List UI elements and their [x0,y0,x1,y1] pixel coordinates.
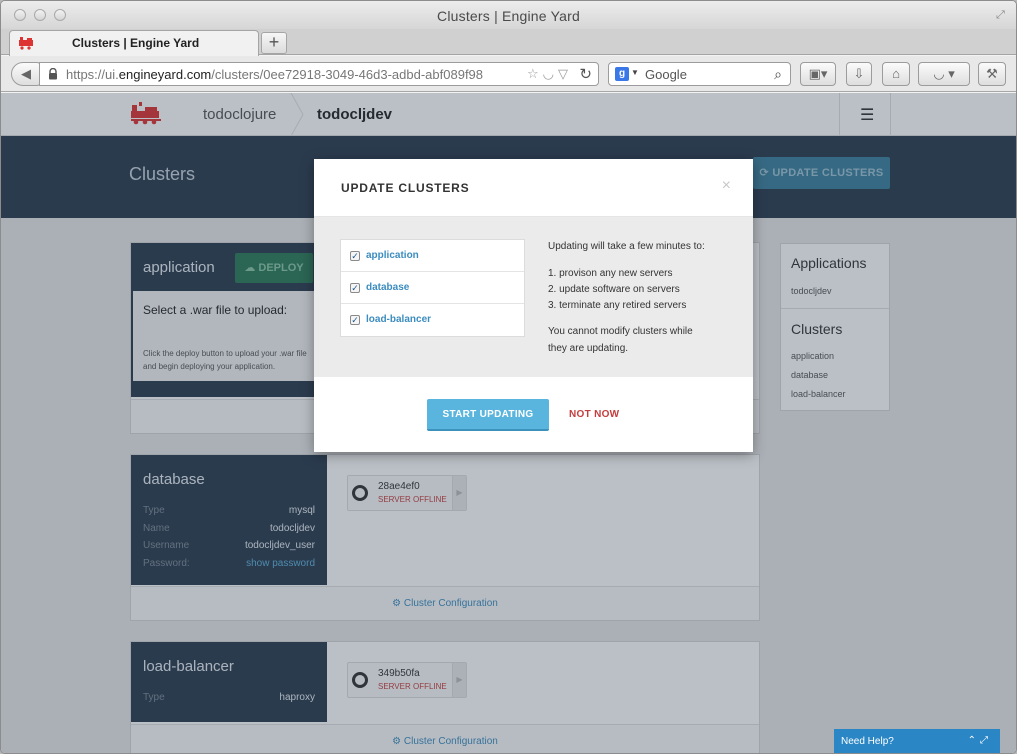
update-step-1: 1. provison any new servers [548,268,673,279]
browser-tab-active[interactable]: Clusters | Engine Yard [9,30,259,56]
url-dropdown-icon[interactable]: ▽ [558,66,572,81]
help-widget-controls: ⌃⤢ [968,735,992,746]
bookmarks-button[interactable]: ▣▾ [800,62,836,86]
modal-header: UPDATE CLUSTERS × [314,159,753,217]
not-now-button[interactable]: NOT NOW [569,399,626,431]
checkbox-checked-icon[interactable]: ✓ [350,251,360,261]
navigation-toolbar: ◀ https://ui.engineyard.com/clusters/0ee… [1,56,1016,92]
bookmarks-icon: ▣▾ [808,66,828,81]
modal-title: UPDATE CLUSTERS [341,181,470,195]
cluster-check-label[interactable]: load-balancer [366,314,431,325]
url-bar[interactable]: https://ui.engineyard.com/clusters/0ee72… [39,62,599,86]
search-input[interactable]: Google [645,67,687,82]
search-engine-dropdown-icon[interactable]: ▼ [631,68,639,77]
magnifier-icon[interactable]: ⌕ [774,66,782,83]
chevron-up-icon[interactable]: ⌃ [968,735,980,746]
tab-bar: Clusters | Engine Yard + [1,29,1016,56]
update-clusters-modal: UPDATE CLUSTERS × ✓ application ✓ databa… [314,159,753,452]
bookmark-star-icon[interactable]: ☆ [527,66,543,81]
new-tab-button[interactable]: + [261,32,287,54]
cluster-check-database[interactable]: ✓ database [341,272,524,304]
tab-title: Clusters | Engine Yard [72,36,200,50]
start-updating-button[interactable]: START UPDATING [427,399,549,431]
pocket-button[interactable]: ◡ ▾ [918,62,970,86]
checkbox-checked-icon[interactable]: ✓ [350,315,360,325]
wrench-icon: ⚒ [986,66,998,81]
update-step-3: 3. terminate any retired servers [548,300,687,311]
cluster-check-load-balancer[interactable]: ✓ load-balancer [341,304,524,336]
need-help-widget[interactable]: Need Help? ⌃⤢ [834,729,1000,753]
url-prefix: https://ui. [66,67,119,82]
update-intro-text: Updating will take a few minutes to: [548,241,705,252]
download-arrow-icon: ⇩ [853,66,865,81]
lock-icon [49,68,57,80]
downloads-button[interactable]: ⇩ [846,62,872,86]
cluster-checklist: ✓ application ✓ database ✓ load-balancer [340,239,525,337]
cluster-check-label[interactable]: database [366,282,409,293]
tools-button[interactable]: ⚒ [978,62,1006,86]
window-titlebar: Clusters | Engine Yard ⤢ [1,1,1016,29]
reload-icon[interactable]: ↻ [579,65,592,83]
url-bar-icons: ☆◡▽ [527,66,572,82]
fullscreen-icon[interactable]: ⤢ [996,9,1008,21]
window-title: Clusters | Engine Yard [437,8,580,24]
update-step-2: 2. update software on servers [548,284,680,295]
url-domain: engineyard.com [118,67,212,82]
cluster-check-label[interactable]: application [366,250,419,261]
engine-yard-favicon-icon [19,37,33,50]
update-warning-line-2: they are updating. [548,343,629,354]
back-button[interactable]: ◀ [11,62,41,86]
url-path: /clusters/0ee72918-3049-46d3-adbd-abf089… [211,67,484,82]
home-icon: ⌂ [892,66,900,81]
checkbox-checked-icon[interactable]: ✓ [350,283,360,293]
update-warning-line-1: You cannot modify clusters while [548,326,693,337]
modal-body: ✓ application ✓ database ✓ load-balancer… [314,217,753,377]
pocket-save-icon: ◡ ▾ [933,66,955,81]
home-button[interactable]: ⌂ [882,62,910,86]
browser-window: Clusters | Engine Yard ⤢ Clusters | Engi… [0,0,1017,754]
cluster-check-application[interactable]: ✓ application [341,240,524,272]
expand-icon[interactable]: ⤢ [980,735,992,746]
close-icon[interactable]: × [722,177,731,195]
need-help-label: Need Help? [841,736,894,747]
pocket-icon[interactable]: ◡ [543,66,558,81]
search-bar[interactable]: g ▼ Google ⌕ [608,62,791,86]
modal-footer: START UPDATING NOT NOW [314,377,753,452]
google-icon[interactable]: g [615,67,629,81]
url-text: https://ui.engineyard.com/clusters/0ee72… [66,67,512,82]
